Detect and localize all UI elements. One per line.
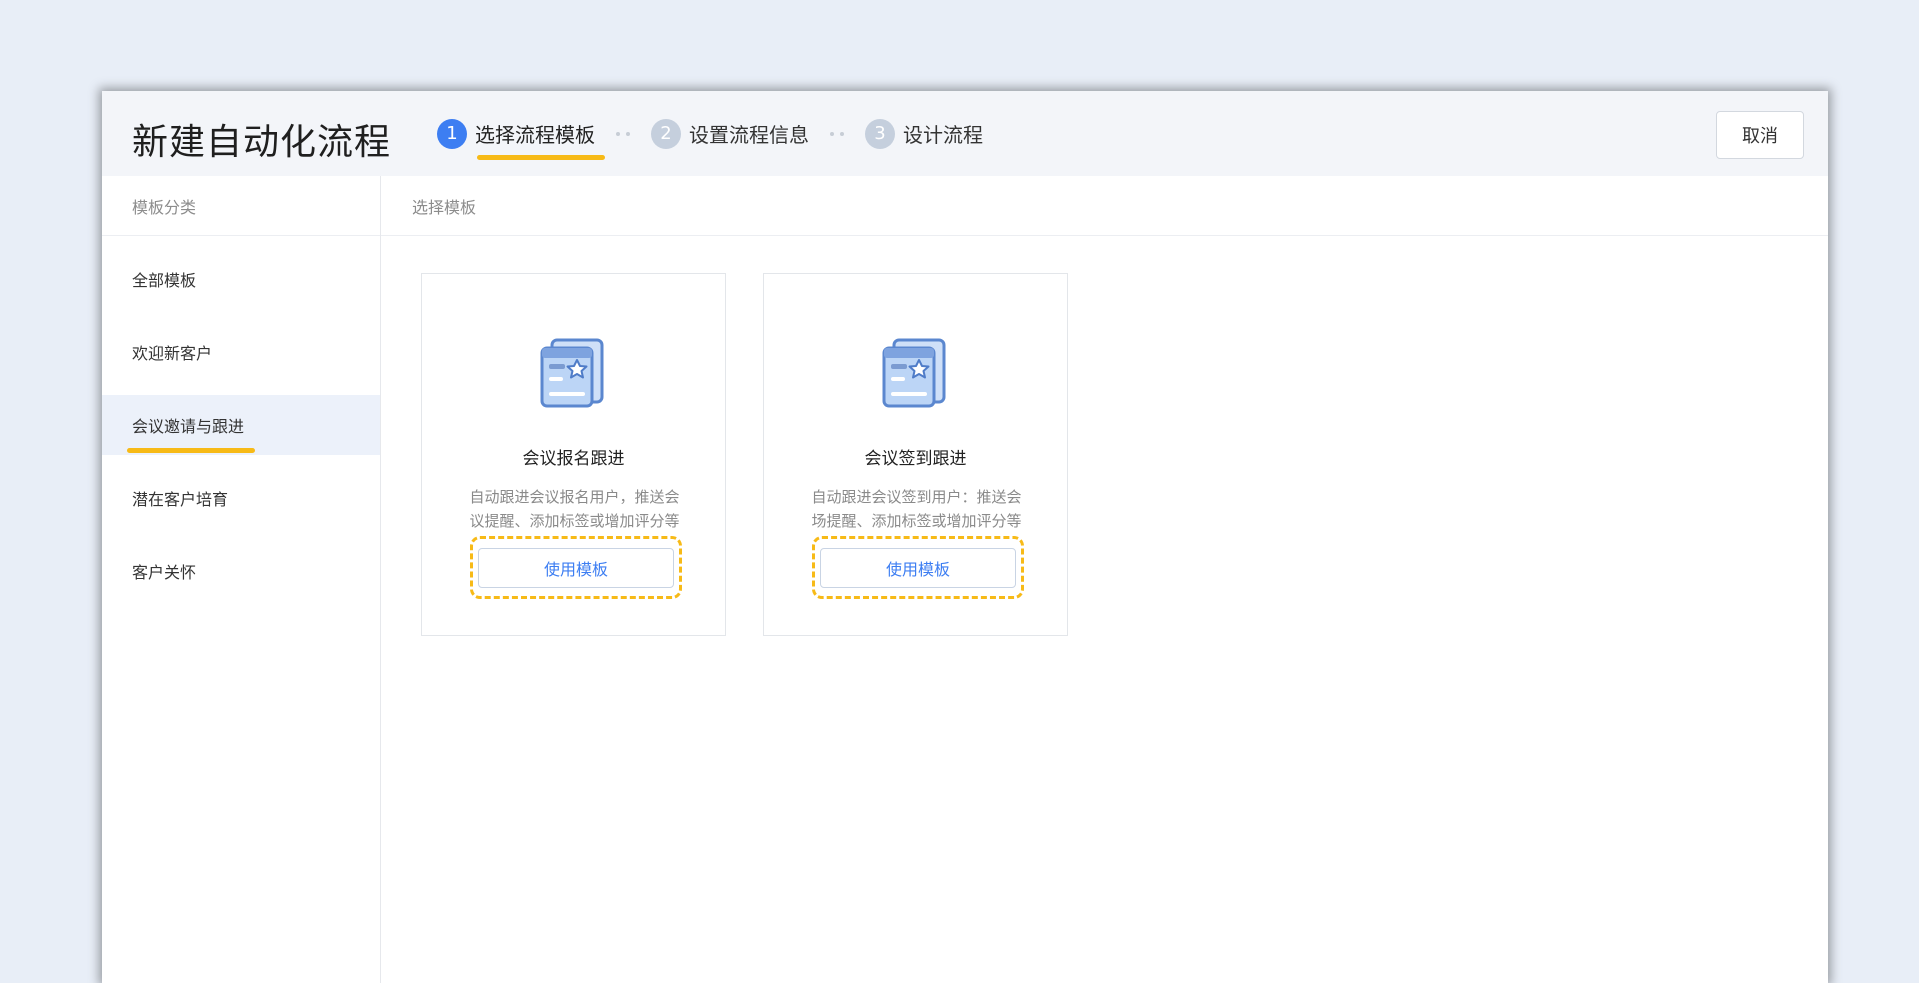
- step-3[interactable]: 3 设计流程: [865, 91, 983, 176]
- step-label: 设计流程: [903, 123, 983, 147]
- sidebar-item-welcome-customers[interactable]: 欢迎新客户: [102, 322, 380, 382]
- card-description: 自动跟进会议签到用户：推送会 场提醒、添加标签或增加评分等: [811, 488, 1022, 530]
- card-title: 会议报名跟进: [522, 449, 625, 469]
- template-cards: 会议报名跟进 自动跟进会议报名用户，推送会 议提醒、添加标签或增加评分等 使用模…: [421, 273, 1068, 636]
- sidebar-item-label: 潜在客户培育: [132, 490, 229, 509]
- highlight-frame: 使用模板: [470, 536, 682, 599]
- dialog-header: 新建自动化流程 1 选择流程模板 2 设置流程信息 3 设计流程 取消: [102, 91, 1828, 176]
- category-sidebar: 模板分类 全部模板 欢迎新客户 会议邀请与跟进 潜在客户培育 客户关怀: [102, 176, 381, 983]
- step-separator: [595, 131, 651, 136]
- step-number: 3: [865, 118, 895, 149]
- highlight-frame: 使用模板: [812, 536, 1024, 599]
- step-1[interactable]: 1 选择流程模板: [437, 91, 605, 176]
- dialog-window: 新建自动化流程 1 选择流程模板 2 设置流程信息 3 设计流程 取消 模板分类…: [102, 91, 1828, 983]
- use-template-button[interactable]: 使用模板: [820, 547, 1016, 588]
- sidebar-item-label: 欢迎新客户: [132, 344, 213, 363]
- step-label: 设置流程信息: [689, 123, 809, 147]
- sidebar-item-label: 全部模板: [132, 271, 197, 290]
- template-main: 选择模板 会议报名跟进 自动跟进会议报名用户，推送会 议提醒、添加标签或增加评分…: [381, 176, 1828, 983]
- use-template-button[interactable]: 使用模板: [478, 547, 674, 588]
- sidebar-item-customer-care[interactable]: 客户关怀: [102, 541, 380, 601]
- step-number: 1: [437, 118, 467, 149]
- step-label: 选择流程模板: [475, 123, 595, 147]
- page-title: 新建自动化流程: [132, 122, 392, 163]
- sidebar-item-all-templates[interactable]: 全部模板: [102, 249, 380, 309]
- template-card: 会议报名跟进 自动跟进会议报名用户，推送会 议提醒、添加标签或增加评分等 使用模…: [421, 273, 726, 636]
- main-header: 选择模板: [381, 176, 1828, 236]
- template-card: 会议签到跟进 自动跟进会议签到用户：推送会 场提醒、添加标签或增加评分等 使用模…: [763, 273, 1068, 636]
- card-description: 自动跟进会议报名用户，推送会 议提醒、添加标签或增加评分等: [469, 488, 680, 530]
- sidebar-item-meeting-invite[interactable]: 会议邀请与跟进: [102, 395, 380, 455]
- sidebar-item-lead-nurture[interactable]: 潜在客户培育: [102, 468, 380, 528]
- sidebar-item-label: 客户关怀: [132, 563, 197, 582]
- template-card-icon: [540, 338, 604, 408]
- step-2[interactable]: 2 设置流程信息: [651, 91, 809, 176]
- sidebar-item-label: 会议邀请与跟进: [132, 417, 245, 436]
- card-title: 会议签到跟进: [864, 449, 967, 469]
- step-number: 2: [651, 118, 681, 149]
- stepper: 1 选择流程模板 2 设置流程信息 3 设计流程: [437, 91, 983, 176]
- template-card-icon: [882, 338, 946, 408]
- active-step-indicator: [477, 155, 605, 160]
- active-item-indicator: [127, 448, 255, 453]
- cancel-button[interactable]: 取消: [1716, 111, 1804, 159]
- step-separator: [809, 131, 865, 136]
- sidebar-header: 模板分类: [102, 176, 380, 236]
